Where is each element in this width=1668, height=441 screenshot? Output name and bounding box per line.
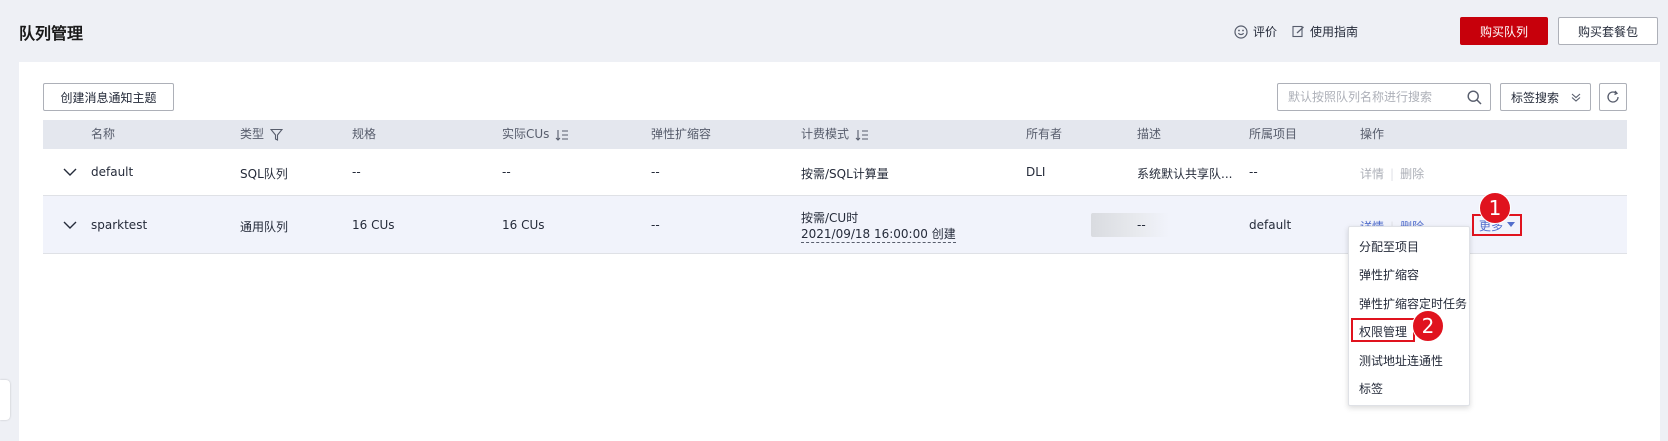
page-header: 队列管理 评价 使用指南 购买队列 购买套餐包 — [0, 0, 1668, 60]
col-ops: 操作 — [1360, 127, 1385, 141]
queue-actual-cus: 16 CUs — [502, 218, 545, 232]
menu-item-tags[interactable]: 标签 — [1349, 375, 1469, 403]
step-badge-1: 1 — [1479, 192, 1511, 224]
col-spec: 规格 — [352, 127, 377, 141]
sidebar-collapse-handle[interactable] — [0, 380, 10, 420]
queue-desc: -- — [1137, 218, 1146, 232]
col-actual-header: 实际CUs — [502, 120, 569, 149]
queue-type: 通用队列 — [240, 220, 289, 234]
create-topic-button[interactable]: 创建消息通知主题 — [43, 83, 174, 111]
delete-link[interactable]: 删除 — [1400, 167, 1424, 181]
permission-highlight — [1351, 318, 1415, 342]
owner-redacted — [1091, 213, 1169, 237]
queue-name[interactable]: default — [91, 165, 133, 179]
menu-item-elastic-scaling[interactable]: 弹性扩缩容 — [1349, 261, 1469, 289]
buy-queue-button[interactable]: 购买队列 — [1460, 17, 1548, 45]
step-badge-2: 2 — [1412, 310, 1444, 342]
double-chevron-down-icon — [1571, 93, 1581, 102]
sort-icon[interactable] — [855, 129, 869, 141]
queue-name[interactable]: sparktest — [91, 218, 147, 232]
detail-link[interactable]: 详情 — [1360, 167, 1384, 181]
caret-down-icon — [1507, 222, 1515, 227]
menu-item-scheduled-scaling[interactable]: 弹性扩缩容定时任务 — [1349, 290, 1469, 318]
search-icon[interactable] — [1467, 90, 1482, 105]
guide-link[interactable]: 使用指南 — [1292, 23, 1358, 40]
col-desc: 描述 — [1137, 127, 1162, 141]
filter-icon[interactable] — [270, 128, 284, 141]
col-billing: 计费模式 — [801, 127, 850, 141]
menu-item-test-connectivity[interactable]: 测试地址连通性 — [1349, 347, 1469, 375]
queue-project: default — [1249, 218, 1292, 232]
tag-search-label: 标签搜索 — [1511, 90, 1560, 105]
queue-billing-time: 2021/09/18 16:00:00 创建 — [801, 227, 956, 243]
page-title: 队列管理 — [19, 24, 84, 43]
queue-spec: -- — [352, 165, 361, 179]
col-billing-header: 计费模式 — [801, 120, 869, 149]
rate-link[interactable]: 评价 — [1234, 23, 1277, 40]
queue-project: -- — [1249, 165, 1258, 179]
sort-icon[interactable] — [555, 129, 569, 141]
refresh-button[interactable] — [1599, 83, 1627, 111]
col-owner: 所有者 — [1026, 127, 1063, 141]
queue-billing: 按需/SQL计算量 — [801, 167, 889, 181]
queue-actual-cus: -- — [502, 165, 511, 179]
queue-owner: DLI — [1026, 165, 1046, 179]
rate-label: 评价 — [1253, 25, 1278, 39]
tag-search-dropdown[interactable]: 标签搜索 — [1500, 83, 1591, 111]
col-type: 类型 — [240, 127, 265, 141]
buy-package-button[interactable]: 购买套餐包 — [1558, 17, 1658, 45]
queue-elastic: -- — [651, 218, 660, 232]
more-dropdown-menu: 分配至项目 弹性扩缩容 弹性扩缩容定时任务 权限管理 测试地址连通性 标签 — [1348, 226, 1470, 406]
table-header: 名称 类型 规格 实际CUs 弹性扩缩容 计费模式 所有者 描述 所属项目 操作 — [43, 120, 1627, 149]
col-actual-cus: 实际CUs — [502, 127, 550, 141]
queue-spec: 16 CUs — [352, 218, 395, 232]
guide-label: 使用指南 — [1310, 25, 1359, 39]
menu-item-assign-project[interactable]: 分配至项目 — [1349, 233, 1469, 261]
search-box[interactable] — [1277, 83, 1491, 111]
search-input[interactable] — [1288, 90, 1458, 104]
queue-desc: 系统默认共享队... — [1137, 167, 1233, 181]
op-separator: | — [1390, 167, 1395, 181]
chevron-down-icon[interactable] — [63, 220, 77, 230]
col-elastic: 弹性扩缩容 — [651, 127, 712, 141]
queue-elastic: -- — [651, 165, 660, 179]
refresh-icon — [1607, 90, 1619, 103]
edit-doc-icon — [1292, 25, 1304, 38]
queue-ops: 详情 | 删除 — [1360, 165, 1424, 182]
table-row: default SQL队列 -- -- -- 按需/SQL计算量 DLI 系统默… — [43, 149, 1627, 196]
chevron-down-icon[interactable] — [63, 167, 77, 177]
queue-type: SQL队列 — [240, 167, 288, 181]
queue-billing: 按需/CU时 — [801, 211, 859, 225]
col-name: 名称 — [91, 127, 116, 141]
col-project: 所属项目 — [1249, 127, 1298, 141]
smile-icon — [1234, 24, 1248, 39]
col-type-header: 类型 — [240, 120, 284, 149]
